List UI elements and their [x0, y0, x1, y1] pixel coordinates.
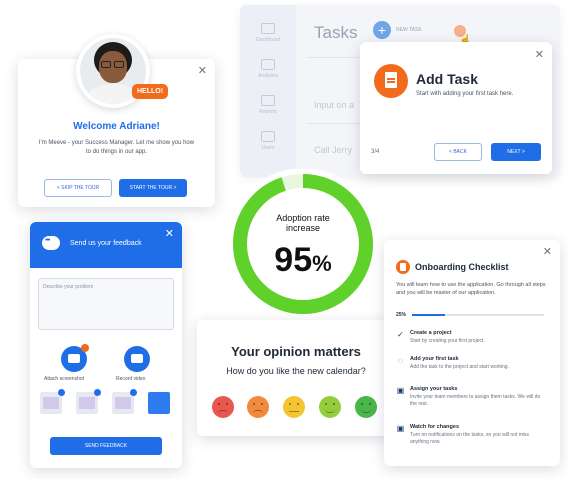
spinner-icon: ◌: [398, 356, 403, 365]
neutral-face-icon[interactable]: [283, 396, 305, 418]
adoption-label: Adoption rate increase: [276, 213, 330, 233]
close-icon[interactable]: ✕: [198, 66, 207, 77]
document-icon: [374, 64, 408, 98]
feedback-widget: Send us your feedback ✕ Describe your pr…: [30, 222, 182, 468]
checklist-item-desc: Add the task to the project and start wo…: [410, 364, 509, 370]
chat-icon: [42, 236, 60, 250]
video-icon[interactable]: [124, 346, 150, 372]
checklist-item-desc: Invite your team members to assign them …: [410, 394, 541, 407]
checklist-description: You will learn how to use the applicatio…: [396, 282, 546, 296]
sidebar-item-reports[interactable]: Reports: [254, 95, 282, 115]
onboarding-checklist: ✕ Onboarding Checklist You will learn ho…: [384, 240, 560, 466]
tasks-sidebar: Dashboard Analytics Reports Users: [240, 5, 296, 177]
users-icon: [261, 131, 275, 142]
very-bad-face-icon[interactable]: [212, 396, 234, 418]
add-task-tooltip: ✕ Add Task Start with adding your first …: [360, 42, 552, 174]
checklist-item-title[interactable]: Create a project: [410, 330, 452, 336]
task-row[interactable]: Call Jerry: [314, 145, 352, 155]
attachment-thumbnail[interactable]: [76, 389, 101, 414]
add-attachment-button[interactable]: [148, 392, 170, 414]
close-icon[interactable]: ✕: [535, 50, 544, 61]
plus-icon: +: [373, 21, 391, 39]
progress-bar: [412, 314, 544, 316]
feedback-header: Send us your feedback ✕: [30, 222, 182, 268]
page-title: Tasks: [314, 23, 358, 42]
feedback-title: Send us your feedback: [70, 240, 142, 247]
progress-label: 25%: [396, 312, 407, 318]
video-label: Record video: [116, 376, 146, 382]
checklist-item-desc: Turn on notifications on the tasks, so y…: [410, 432, 530, 445]
step-counter: 3/4: [371, 149, 380, 155]
tooltip-title: Add Task: [416, 71, 478, 87]
tooltip-description: Start with adding your first task here.: [416, 91, 514, 97]
skip-tour-button[interactable]: < SKIP THE TOUR: [44, 179, 112, 197]
survey-title: Your opinion matters: [231, 344, 361, 359]
close-icon[interactable]: ✕: [543, 247, 552, 258]
adoption-value: 95%: [274, 241, 332, 279]
book-icon: [261, 95, 275, 106]
adoption-rate-widget: Adoption rate increase 95%: [227, 168, 379, 320]
feedback-textarea[interactable]: Describe your problem: [38, 278, 174, 330]
attachment-thumbnail[interactable]: [112, 389, 137, 414]
good-face-icon[interactable]: [319, 396, 341, 418]
grid-icon: [261, 23, 275, 34]
lock-icon: ▣: [396, 424, 405, 433]
survey-question: How do you like the new calendar?: [226, 366, 366, 376]
sidebar-item-analytics[interactable]: Analytics: [254, 59, 282, 79]
progress-fill: [412, 314, 445, 316]
screenshot-label: Attach screenshot: [44, 376, 85, 382]
welcome-description: I'm Meeve - your Success Manager. Let me…: [38, 140, 195, 155]
opinion-survey-card: Your opinion matters How do you like the…: [197, 320, 395, 436]
checklist-item-title[interactable]: Assign your tasks: [410, 386, 457, 392]
new-task-button[interactable]: + NEW TASK: [373, 21, 422, 39]
back-button[interactable]: < BACK: [434, 143, 482, 161]
lock-icon: ▣: [396, 386, 405, 395]
task-row[interactable]: Input on a: [314, 100, 354, 110]
close-icon[interactable]: ✕: [165, 229, 174, 240]
checklist-icon: [396, 260, 410, 274]
send-feedback-button[interactable]: SEND FEEDBACK: [50, 437, 162, 455]
sidebar-item-users[interactable]: Users: [254, 131, 282, 151]
next-button[interactable]: NEXT >: [491, 143, 541, 161]
checklist-item-title[interactable]: Watch for changes: [410, 424, 459, 430]
checklist-item-desc: Start by creating your first project.: [410, 338, 485, 344]
camera-icon[interactable]: [61, 344, 89, 372]
welcome-title: Welcome Adriane!: [73, 121, 160, 132]
checklist-item-title[interactable]: Add your first task: [410, 356, 459, 362]
very-good-face-icon[interactable]: [355, 396, 377, 418]
chart-icon: [261, 59, 275, 70]
sidebar-item-dashboard[interactable]: Dashboard: [254, 23, 282, 43]
bad-face-icon[interactable]: [247, 396, 269, 418]
checklist-title: Onboarding Checklist: [415, 262, 509, 272]
attachment-thumbnail[interactable]: [40, 389, 65, 414]
welcome-card: ✕ HELLO! Welcome Adriane! I'm Meeve - yo…: [18, 34, 215, 207]
check-icon: ✓: [397, 330, 404, 339]
speech-bubble: HELLO!: [132, 84, 169, 99]
start-tour-button[interactable]: START THE TOUR >: [119, 179, 187, 197]
